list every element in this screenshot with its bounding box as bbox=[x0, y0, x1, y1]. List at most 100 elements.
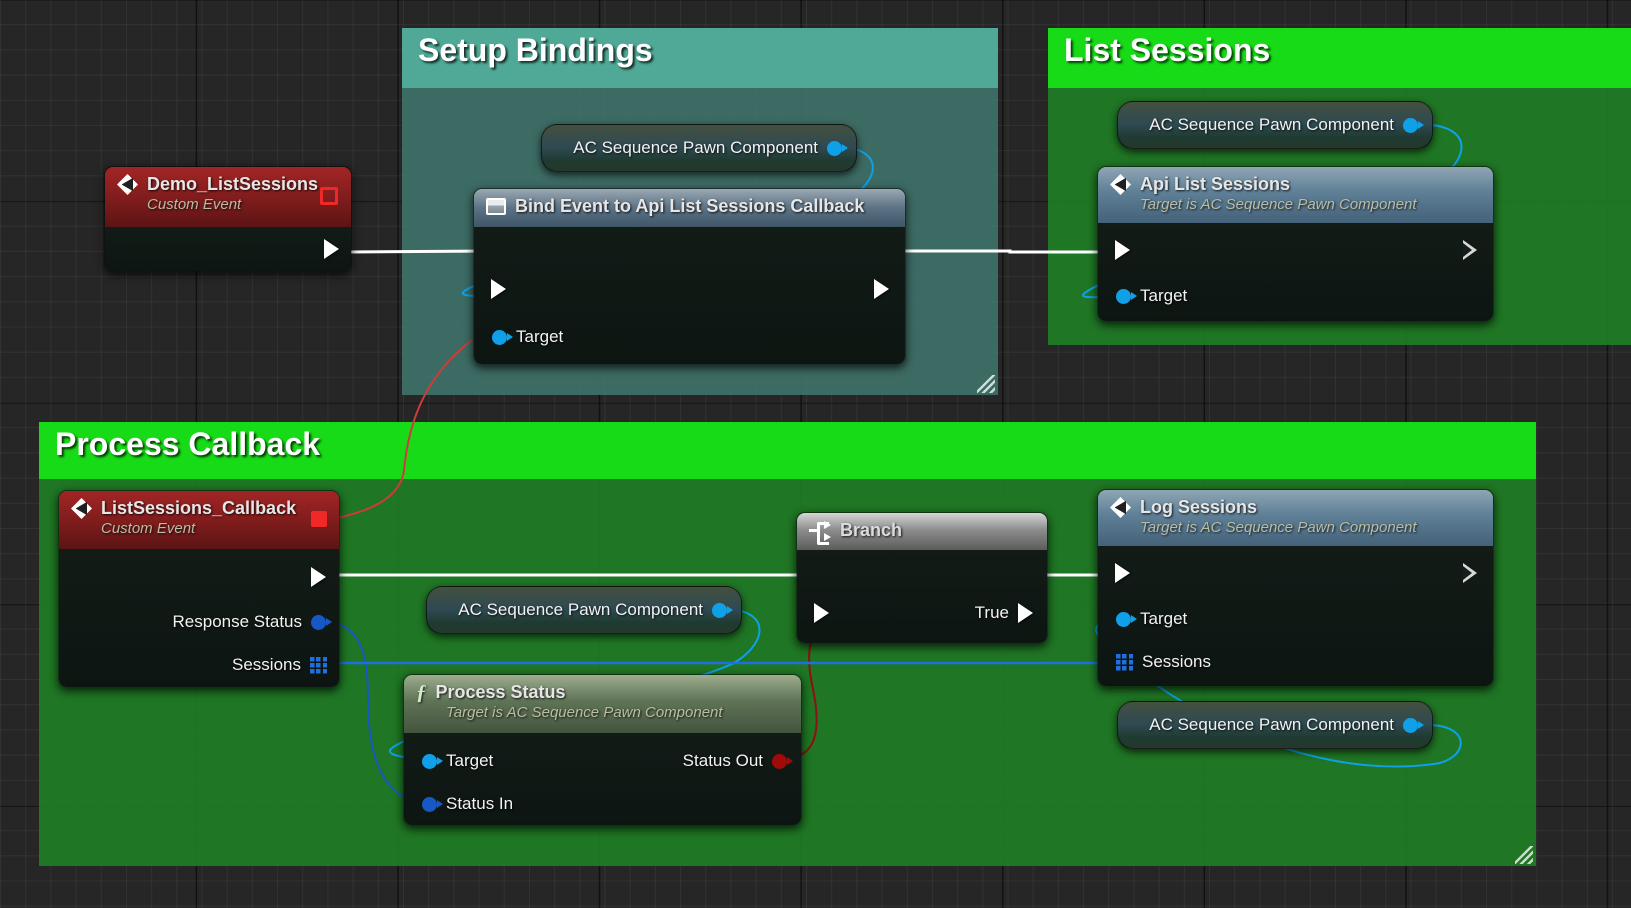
node-subtitle: Target is AC Sequence Pawn Component bbox=[446, 704, 723, 721]
exec-output-pin[interactable] bbox=[1463, 240, 1477, 260]
object-output-pin[interactable] bbox=[712, 602, 733, 618]
exec-output-pin-true[interactable] bbox=[1018, 603, 1033, 623]
node-subtitle: Custom Event bbox=[101, 520, 196, 537]
delegate-output-pin[interactable] bbox=[311, 511, 327, 527]
node-subtitle: Target is AC Sequence Pawn Component bbox=[1140, 519, 1417, 536]
pin-row-exec-out[interactable] bbox=[1463, 563, 1477, 583]
object-input-pin[interactable] bbox=[422, 753, 443, 769]
node-title: Log Sessions bbox=[1140, 497, 1258, 517]
event-diamond-icon bbox=[117, 174, 138, 195]
node-api-list-sessions[interactable]: Api List Sessions Target is AC Sequence … bbox=[1097, 166, 1494, 322]
pin-label: True bbox=[974, 603, 1009, 622]
node-header: ƒ Process Status Target is AC Sequence P… bbox=[404, 675, 801, 733]
node-body: Target Status Out Status In bbox=[404, 733, 801, 825]
object-input-pin[interactable] bbox=[492, 329, 513, 345]
event-diamond-icon bbox=[1110, 497, 1131, 518]
pin-row-true[interactable]: True bbox=[975, 603, 1033, 623]
comment-resize-handle[interactable] bbox=[1515, 846, 1533, 864]
pin-row-exec-out[interactable] bbox=[324, 239, 339, 259]
node-title: Process Status bbox=[435, 682, 566, 702]
node-header: Log Sessions Target is AC Sequence Pawn … bbox=[1098, 490, 1493, 546]
array-input-pin[interactable] bbox=[1116, 653, 1133, 671]
boolean-output-pin[interactable] bbox=[772, 753, 793, 769]
pin-row-exec-out[interactable] bbox=[311, 567, 326, 587]
pin-label: Status In bbox=[446, 794, 514, 813]
node-bind-event-to-api-list-sessions-callback[interactable]: Bind Event to Api List Sessions Callback… bbox=[473, 188, 906, 365]
exec-output-pin[interactable] bbox=[324, 239, 339, 259]
pin-row-exec-out[interactable] bbox=[1463, 240, 1477, 260]
node-body bbox=[105, 227, 351, 271]
pin-label: Target bbox=[1140, 609, 1188, 628]
exec-output-pin[interactable] bbox=[1463, 563, 1477, 583]
node-header: Demo_ListSessions Custom Event bbox=[105, 167, 351, 227]
node-ac-sequence-pawn-component-process[interactable]: AC Sequence Pawn Component bbox=[426, 586, 742, 634]
struct-input-pin[interactable] bbox=[422, 796, 443, 812]
node-ac-sequence-pawn-component-list[interactable]: AC Sequence Pawn Component bbox=[1117, 101, 1433, 149]
pin-row-target[interactable]: Target bbox=[1116, 286, 1187, 306]
node-title: Demo_ListSessions bbox=[147, 174, 319, 194]
pin-row-exec-in[interactable] bbox=[491, 279, 506, 299]
comment-list-sessions-title: List Sessions bbox=[1048, 28, 1631, 88]
pin-row-status-out[interactable]: Status Out bbox=[682, 751, 793, 771]
pin-row-target[interactable]: Target bbox=[422, 751, 493, 771]
pin-row-sessions[interactable]: Sessions bbox=[232, 655, 327, 675]
node-subtitle: Target is AC Sequence Pawn Component bbox=[1140, 196, 1417, 213]
object-output-pin[interactable] bbox=[827, 140, 848, 156]
object-output-pin[interactable] bbox=[311, 614, 332, 630]
node-log-sessions[interactable]: Log Sessions Target is AC Sequence Pawn … bbox=[1097, 489, 1494, 687]
object-input-pin[interactable] bbox=[1116, 288, 1137, 304]
pin-row-target[interactable]: Target bbox=[1116, 609, 1187, 629]
variable-label: AC Sequence Pawn Component bbox=[1149, 115, 1394, 134]
comment-resize-handle[interactable] bbox=[977, 375, 995, 393]
node-header: Api List Sessions Target is AC Sequence … bbox=[1098, 167, 1493, 223]
node-title: Branch bbox=[840, 520, 903, 540]
node-header: ListSessions_Callback Custom Event bbox=[59, 491, 339, 549]
exec-output-pin[interactable] bbox=[874, 279, 889, 299]
node-title: ListSessions_Callback bbox=[101, 498, 297, 518]
node-body: Response Status Sessions bbox=[59, 549, 339, 687]
pin-label: Sessions bbox=[232, 655, 301, 674]
array-output-pin[interactable] bbox=[310, 656, 327, 674]
node-title: Bind Event to Api List Sessions Callback bbox=[515, 196, 865, 216]
node-body: Target Event bbox=[474, 227, 905, 364]
node-ac-sequence-pawn-component-log[interactable]: AC Sequence Pawn Component bbox=[1117, 701, 1433, 749]
pin-row-exec-in[interactable] bbox=[1115, 563, 1130, 583]
node-title: Api List Sessions bbox=[1140, 174, 1291, 194]
exec-output-pin[interactable] bbox=[311, 567, 326, 587]
node-demo-list-sessions[interactable]: Demo_ListSessions Custom Event bbox=[104, 166, 352, 272]
object-output-pin[interactable] bbox=[1403, 117, 1424, 133]
pin-label: Target bbox=[1140, 286, 1188, 305]
object-input-pin[interactable] bbox=[1116, 611, 1137, 627]
exec-input-pin[interactable] bbox=[814, 603, 829, 623]
blueprint-graph-canvas[interactable]: Setup Bindings List Sessions Process Cal… bbox=[0, 0, 1631, 908]
pin-row-status-in[interactable]: Status In bbox=[422, 794, 513, 814]
exec-input-pin[interactable] bbox=[491, 279, 506, 299]
comment-setup-bindings-title: Setup Bindings bbox=[402, 28, 998, 88]
pin-label: Status Out bbox=[682, 751, 763, 770]
pin-row-exec-in[interactable] bbox=[814, 603, 829, 623]
pin-row-exec-out[interactable] bbox=[874, 279, 889, 299]
delegate-output-pin[interactable] bbox=[320, 187, 338, 205]
node-branch[interactable]: Branch True Condition False bbox=[796, 512, 1048, 644]
object-output-pin[interactable] bbox=[1403, 717, 1424, 733]
branch-icon bbox=[809, 520, 831, 545]
exec-input-pin[interactable] bbox=[1115, 240, 1130, 260]
node-ac-sequence-pawn-component-setup[interactable]: AC Sequence Pawn Component bbox=[541, 124, 857, 172]
node-subtitle: Custom Event bbox=[147, 196, 242, 213]
pin-label: Response Status bbox=[172, 612, 302, 631]
exec-input-pin[interactable] bbox=[1115, 563, 1130, 583]
pin-row-response-status[interactable]: Response Status bbox=[172, 612, 332, 632]
node-process-status[interactable]: ƒ Process Status Target is AC Sequence P… bbox=[403, 674, 802, 826]
pin-row-exec-in[interactable] bbox=[1115, 240, 1130, 260]
node-header: Bind Event to Api List Sessions Callback bbox=[474, 189, 905, 227]
node-body: Target bbox=[1098, 223, 1493, 321]
node-header: Branch bbox=[797, 513, 1047, 550]
pin-row-target[interactable]: Target bbox=[492, 327, 563, 347]
node-body: True Condition False bbox=[797, 550, 1047, 643]
pin-label: Target bbox=[446, 751, 494, 770]
pin-label: Target bbox=[516, 327, 564, 346]
node-list-sessions-callback[interactable]: ListSessions_Callback Custom Event Respo… bbox=[58, 490, 340, 688]
function-icon: ƒ bbox=[416, 680, 427, 704]
pin-row-sessions[interactable]: Sessions bbox=[1116, 652, 1211, 672]
comment-process-callback-title: Process Callback bbox=[39, 422, 1536, 479]
